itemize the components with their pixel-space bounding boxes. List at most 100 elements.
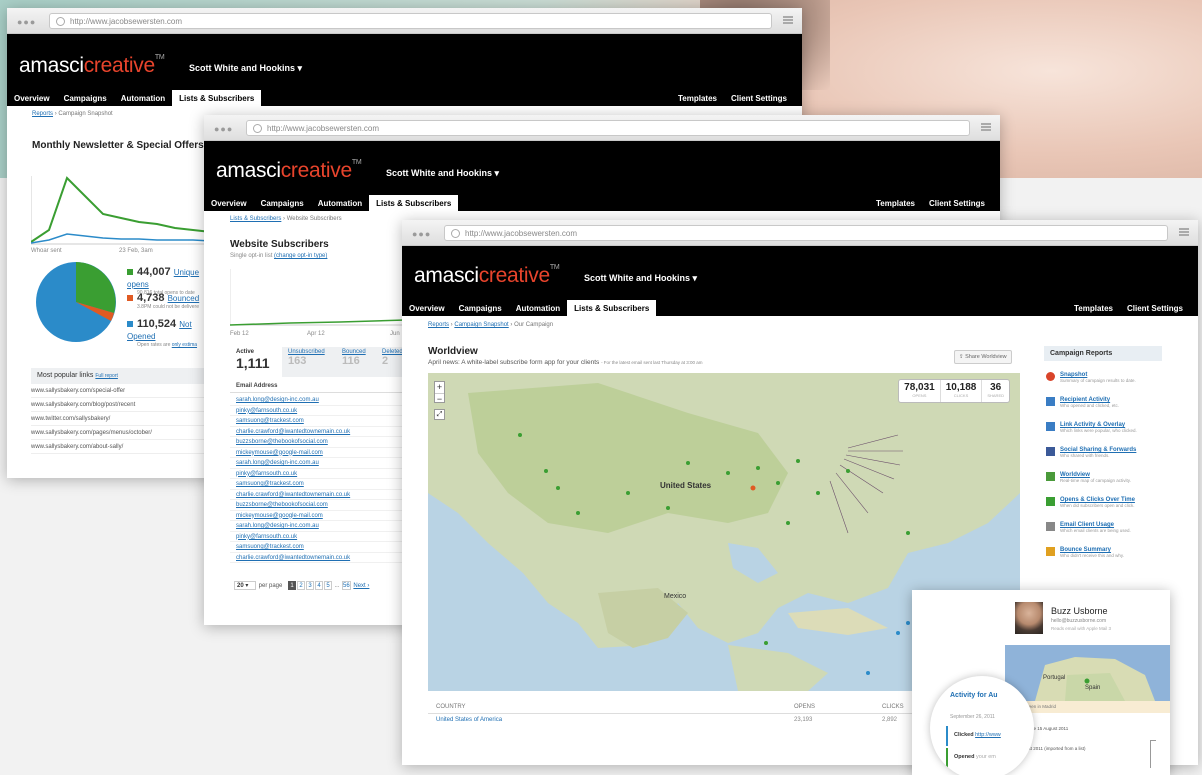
breadcrumb-snapshot[interactable]: Campaign Snapshot (454, 322, 508, 328)
col-country[interactable]: COUNTRY (436, 700, 466, 714)
email-column-header[interactable]: Email Address (230, 379, 405, 393)
nav-right: Templates Client Settings (1067, 298, 1190, 316)
list-item[interactable]: samsuong@trackest.com (230, 479, 405, 490)
activity-clicked[interactable]: Clicked http://www (946, 726, 1034, 746)
next-page-link[interactable]: Next › (353, 583, 369, 589)
breadcrumb-reports[interactable]: Reports (32, 111, 53, 117)
list-item[interactable]: pinky@farnsouth.co.uk (230, 469, 405, 479)
list-item[interactable]: sarah.long@design-inc.com.au (230, 458, 405, 469)
list-item[interactable]: samsuong@trackest.com (230, 542, 405, 553)
list-item[interactable]: pinky@farnsouth.co.uk (230, 406, 405, 416)
logo[interactable]: amascicreativeTM (414, 264, 560, 288)
report-icon (1046, 547, 1055, 556)
report-item-snapshot[interactable]: Snapshot Summary of campaign results to d… (1046, 372, 1180, 383)
address-bar[interactable]: http://www.jacobsewersten.com (49, 13, 772, 29)
tab-unsubscribed[interactable]: Unsubscribed 163 (288, 349, 325, 367)
subscriber-name: Buzz Usborne (1051, 606, 1108, 616)
report-item-worldview[interactable]: Worldview Real-time map of campaign activ… (1046, 472, 1180, 483)
report-item-social-sharing-forwards[interactable]: Social Sharing & Forwards Who shared with… (1046, 447, 1180, 458)
main-nav: Overview Campaigns Automation Lists & Subsc… (7, 88, 802, 108)
page-3[interactable]: 3 (306, 581, 315, 590)
col-clicks[interactable]: CLICKS (882, 700, 904, 714)
logo[interactable]: amascicreativeTM (216, 159, 362, 183)
change-opt-in-link[interactable]: (change opt-in type) (274, 253, 327, 259)
menu-icon[interactable] (783, 16, 793, 24)
share-worldview-button[interactable]: ⇪ Share Worldview (954, 350, 1012, 364)
tab-deleted[interactable]: Deleted 2 (382, 349, 403, 367)
chart-x-end: 23 Feb, 3am (119, 248, 153, 254)
breadcrumb: Reports › Campaign Snapshot › Our Campai… (428, 322, 554, 328)
page-1[interactable]: 1 (288, 581, 297, 590)
page-2[interactable]: 2 (297, 581, 306, 590)
col-opens[interactable]: OPENS (794, 700, 815, 714)
list-item[interactable]: www.sallysbakery.com/special-offer (31, 384, 211, 398)
menu-icon[interactable] (981, 123, 991, 131)
tab-bounced[interactable]: Bounced 116 (342, 349, 366, 367)
subscriber-detail-card: Buzz Usborne hello@buzzusborne.com Reads… (912, 590, 1170, 775)
list-item[interactable]: charlie.crawford@iwantedtownemain.co.uk (230, 490, 405, 500)
list-item[interactable]: www.twitter.com/sallysbakery/ (31, 412, 211, 426)
list-item[interactable]: www.sallysbakery.com/blog/post/recent (31, 398, 211, 412)
window-controls[interactable]: ●●● (17, 17, 36, 27)
legend-not-opened: 110,524 Not Opened Open rates are only e… (127, 318, 198, 348)
list-item[interactable]: mickeymouse@google-mail.com (230, 511, 405, 521)
opens-pie-chart (36, 262, 116, 342)
list-item[interactable]: charlie.crawford@iwantedtownemain.co.uk (230, 553, 405, 563)
report-item-recipient-activity[interactable]: Recipient Activity Who opened and clicked… (1046, 397, 1180, 408)
subscriber-location-map[interactable]: Portugal Spain (1005, 645, 1170, 701)
per-page-select[interactable]: 20 ▾ (234, 581, 256, 590)
breadcrumb-reports[interactable]: Reports (428, 322, 449, 328)
browser-toolbar: ●●● http://www.jacobsewersten.com (204, 115, 1000, 141)
activity-opened[interactable]: Opened your em (946, 748, 1034, 768)
share-icon: ⇪ (959, 354, 964, 360)
avatar[interactable] (1015, 602, 1043, 634)
app-header: amascicreativeTM Scott White and Hookins… (7, 34, 802, 108)
breadcrumb-lists[interactable]: Lists & Subscribers (230, 216, 281, 222)
list-item[interactable]: sarah.long@design-inc.com.au (230, 521, 405, 532)
report-description: Who shared with friends. (1060, 453, 1110, 458)
list-item[interactable]: www.sallysbakery.com/pages/menus/october… (31, 426, 211, 440)
report-item-opens-clicks-over-time[interactable]: Opens & Clicks Over Time When did subscri… (1046, 497, 1180, 508)
page-4[interactable]: 4 (315, 581, 324, 590)
report-description: Summary of campaign results to date. (1060, 378, 1136, 383)
location-map-terrain (1035, 657, 1155, 701)
list-item[interactable]: samsuong@trackest.com (230, 416, 405, 427)
main-nav: Overview Campaigns Automation Lists & Subsc… (204, 193, 1000, 213)
list-item[interactable]: buzzsborne@thebookofsocial.com (230, 500, 405, 511)
app-header: amascicreativeTM Scott White and Hookins… (402, 246, 1198, 318)
list-item[interactable]: www.sallysbakery.com/about-sally/ (31, 440, 211, 454)
list-item[interactable]: mickeymouse@google-mail.com (230, 448, 405, 458)
report-item-link-activity-overlay[interactable]: Link Activity & Overlay Which links were … (1046, 422, 1180, 433)
subscribers-series-line (230, 319, 405, 326)
address-bar[interactable]: http://www.jacobsewersten.com (444, 225, 1168, 241)
window-controls[interactable]: ●●● (214, 124, 233, 134)
nav-right: Templates Client Settings (869, 193, 992, 211)
page-title: Website Subscribers (230, 239, 329, 250)
breadcrumb: Lists & Subscribers › Website Subscriber… (230, 216, 342, 222)
list-item[interactable]: pinky@farnsouth.co.uk (230, 532, 405, 542)
chart-x-feb: Feb 12 (230, 331, 249, 337)
address-bar[interactable]: http://www.jacobsewersten.com (246, 120, 970, 136)
list-item[interactable]: charlie.crawford@iwantedtownemain.co.uk (230, 427, 405, 437)
popular-links-header: Most popular links Full report (31, 368, 211, 384)
full-report-link[interactable]: Full report (95, 373, 118, 379)
report-item-email-client-usage[interactable]: Email Client Usage Which email clients ar… (1046, 522, 1180, 533)
list-item[interactable]: buzzsborne@thebookofsocial.com (230, 437, 405, 448)
nav-right: Templates Client Settings (671, 88, 794, 106)
menu-icon[interactable] (1179, 228, 1189, 236)
page-5[interactable]: 5 (324, 581, 333, 590)
tab-active[interactable]: Active 1,111 (230, 347, 282, 377)
page-56[interactable]: 56 (342, 581, 351, 590)
client-switcher[interactable]: Scott White and Hookins ▾ (386, 168, 499, 179)
client-switcher[interactable]: Scott White and Hookins ▾ (189, 63, 302, 74)
report-description: When did subscribers open and click. (1060, 503, 1135, 508)
page-title: Worldview (428, 346, 478, 357)
report-item-bounce-summary[interactable]: Bounce Summary Who didn't receive this an… (1046, 547, 1180, 558)
subscriber-email[interactable]: hello@buzzusborne.com (1051, 618, 1106, 624)
logo[interactable]: amascicreativeTM (19, 54, 165, 78)
window-controls[interactable]: ●●● (412, 229, 431, 239)
client-switcher[interactable]: Scott White and Hookins ▾ (584, 273, 697, 284)
list-item[interactable]: sarah.long@design-inc.com.au (230, 395, 405, 406)
subscriber-client-note: Reads email with Apple Mail 3 (1051, 626, 1112, 631)
page-subtitle: April news: A white-label subscribe form… (428, 359, 703, 366)
